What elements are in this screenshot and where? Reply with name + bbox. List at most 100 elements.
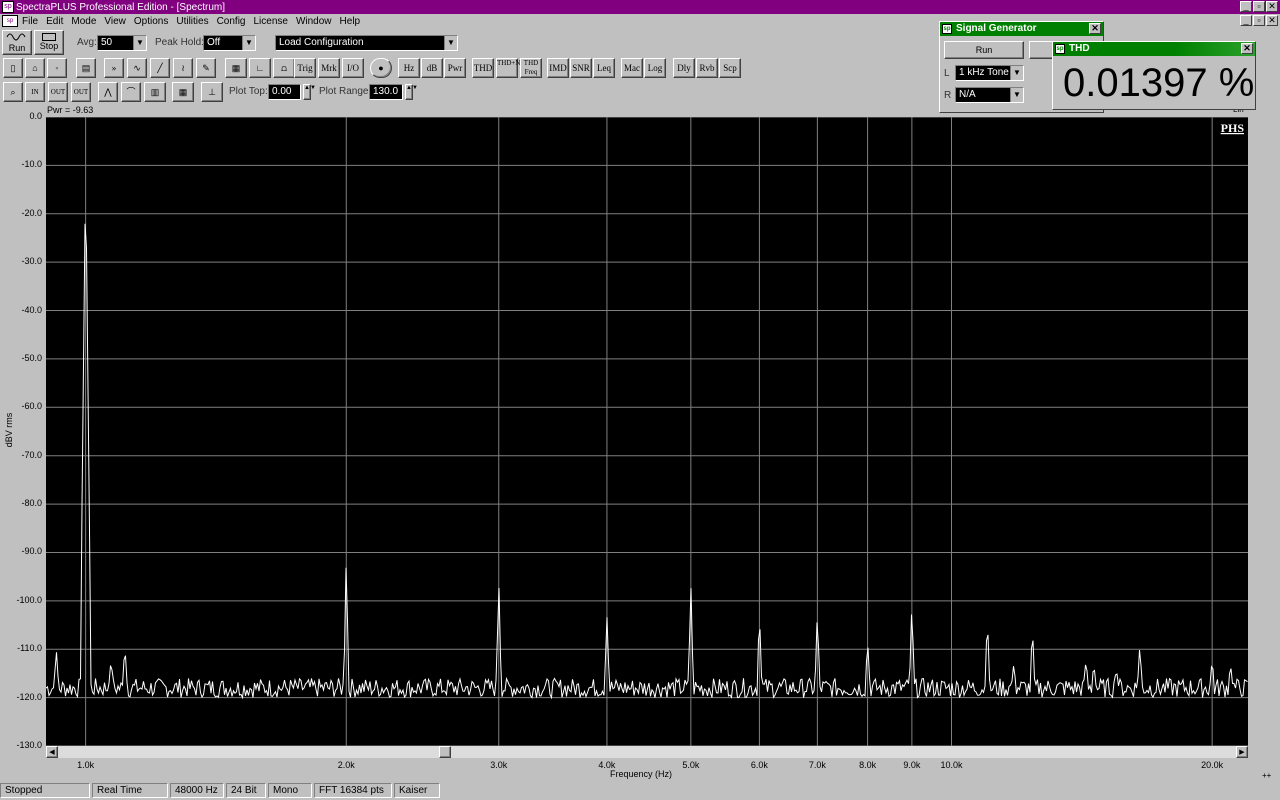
avg-select[interactable]: 50 ▼	[97, 35, 147, 51]
right-channel-select[interactable]: N/A ▼	[955, 87, 1024, 103]
waveform-icon	[6, 33, 26, 41]
watermark-label: PHS	[1221, 121, 1245, 135]
mac-button[interactable]: Mac	[621, 58, 643, 78]
zoom-icon[interactable]: ⌕	[3, 82, 23, 102]
menu-file[interactable]: File	[18, 16, 42, 27]
maximize-button[interactable]: ▫	[1253, 1, 1265, 12]
thd-meter-window: sp THD ✕ 0.01397 %	[1052, 41, 1256, 110]
menu-edit[interactable]: Edit	[42, 16, 67, 27]
generator-run-button[interactable]: Run	[944, 41, 1024, 59]
doc-restore-button[interactable]: ▫	[1253, 15, 1265, 26]
plot-range-spinner-icon[interactable]: ▲▼	[405, 84, 418, 100]
fast-forward-icon[interactable]: »	[104, 58, 124, 78]
chevron-down-icon[interactable]: ▼	[242, 36, 255, 50]
zoom-out-full-icon[interactable]: OUT	[71, 82, 91, 102]
save-icon[interactable]: ▪	[47, 58, 67, 78]
filter-icon[interactable]: ≀	[173, 58, 193, 78]
scale-icon[interactable]: ⊥	[201, 82, 223, 102]
menu-mode[interactable]: Mode	[67, 16, 100, 27]
plot-top-label: Plot Top:	[229, 86, 268, 97]
doc-minimize-button[interactable]: _	[1240, 15, 1252, 26]
weighting-icon[interactable]: ⩍	[273, 58, 295, 78]
stop-button[interactable]: Stop	[34, 30, 64, 55]
leq-button[interactable]: Leq	[593, 58, 615, 78]
chevron-down-icon[interactable]: ▼	[444, 36, 457, 50]
thd-meter-title: THD	[1069, 43, 1090, 54]
print-icon[interactable]: ▤	[76, 58, 96, 78]
sphere-icon[interactable]: ●	[370, 58, 392, 78]
open-folder-icon[interactable]: ⌂	[25, 58, 45, 78]
rvb-button[interactable]: Rvb	[696, 58, 718, 78]
left-channel-select[interactable]: 1 kHz Tone ▼	[955, 65, 1024, 81]
axis-icon[interactable]: ∟	[249, 58, 271, 78]
peak-hold-label: Peak Hold:	[155, 37, 204, 48]
menu-options[interactable]: Options	[130, 16, 172, 27]
thd-meter-titlebar[interactable]: sp THD ✕	[1053, 42, 1255, 56]
pwr-button[interactable]: Pwr	[444, 58, 466, 78]
calculator-icon[interactable]: ▦	[172, 82, 194, 102]
scroll-right-icon[interactable]: ▶	[1236, 746, 1248, 758]
menu-view[interactable]: View	[100, 16, 130, 27]
dly-button[interactable]: Dly	[673, 58, 695, 78]
peak-icon[interactable]: ⋀	[98, 82, 118, 102]
chevron-down-icon[interactable]: ▼	[133, 36, 146, 50]
menu-utilities[interactable]: Utilities	[172, 16, 212, 27]
minimize-button[interactable]: _	[1240, 1, 1252, 12]
signal-process-icon[interactable]: ∿	[127, 58, 147, 78]
new-file-icon[interactable]: ▯	[3, 58, 23, 78]
chevron-down-icon[interactable]: ▼	[1010, 88, 1023, 102]
app-icon[interactable]: sp	[2, 1, 14, 13]
menu-window[interactable]: Window	[292, 16, 336, 27]
bars-icon[interactable]: ▥	[144, 82, 166, 102]
slope-icon[interactable]: ╱	[150, 58, 170, 78]
mrk-button[interactable]: Mrk	[318, 58, 340, 78]
peak-hold-select[interactable]: Off ▼	[203, 35, 256, 51]
curve-icon[interactable]: ⌒	[121, 82, 141, 102]
thd-n-button[interactable]: THD+N	[496, 58, 520, 78]
configuration-select[interactable]: Load Configuration ▼	[275, 35, 458, 51]
menu-license[interactable]: License	[249, 16, 291, 27]
y-tick-label: -10.0	[21, 159, 42, 170]
thd-freq-button[interactable]: THD Freq	[520, 58, 542, 78]
calculator-icon[interactable]: ▦	[225, 58, 247, 78]
run-label: Run	[8, 43, 26, 53]
signal-generator-titlebar[interactable]: sp Signal Generator ✕	[940, 22, 1103, 36]
power-readout: Pwr = -9.63	[47, 105, 94, 115]
db-button[interactable]: dB	[421, 58, 443, 78]
zoom-out-2x-icon[interactable]: OUT	[48, 82, 68, 102]
x-tick-label: 2.0k	[337, 760, 355, 770]
plot-top-input[interactable]: 0.00	[268, 84, 301, 100]
close-icon[interactable]: ✕	[1241, 43, 1253, 54]
plot-top-spinner-icon[interactable]: ▲▼	[303, 84, 316, 100]
chevron-down-icon[interactable]: ▼	[1010, 66, 1023, 80]
imd-button[interactable]: IMD	[547, 58, 569, 78]
close-icon[interactable]: ✕	[1089, 23, 1101, 34]
app-icon: sp	[1055, 44, 1065, 54]
plot-range-input[interactable]: 130.0	[369, 84, 403, 100]
io-button[interactable]: I/O	[342, 58, 364, 78]
x-axis-title: Frequency (Hz)	[610, 769, 673, 779]
hz-button[interactable]: Hz	[398, 58, 420, 78]
thd-button[interactable]: THD	[472, 58, 494, 78]
menu-help[interactable]: Help	[336, 16, 365, 27]
log-button[interactable]: Log	[644, 58, 666, 78]
scroll-left-icon[interactable]: ◀	[46, 746, 58, 758]
title-bar: sp SpectraPLUS Professional Edition - [S…	[0, 0, 1280, 14]
snr-button[interactable]: SNR	[570, 58, 592, 78]
peak-hold-value: Off	[207, 37, 221, 48]
resize-grip-icon[interactable]: ++	[1262, 771, 1271, 780]
x-tick-label: 8.0k	[859, 760, 877, 770]
trig-button[interactable]: Trig	[294, 58, 316, 78]
right-channel-label: R	[944, 90, 952, 101]
edit-wave-icon[interactable]: ✎	[196, 58, 216, 78]
run-button[interactable]: Run	[2, 30, 32, 55]
close-button[interactable]: ✕	[1266, 1, 1278, 12]
spectrum-plot[interactable]: PHS	[46, 117, 1248, 746]
horizontal-scrollbar[interactable]: ◀ ▶	[46, 746, 1248, 758]
doc-close-button[interactable]: ✕	[1266, 15, 1278, 26]
menu-config[interactable]: Config	[213, 16, 250, 27]
zoom-in-2x-icon[interactable]: IN	[25, 82, 45, 102]
scp-button[interactable]: Scp	[719, 58, 741, 78]
scroll-thumb[interactable]	[439, 746, 451, 758]
document-icon[interactable]: sp	[2, 15, 18, 27]
